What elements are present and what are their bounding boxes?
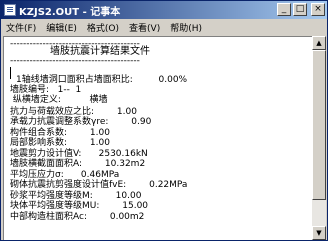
- document-text[interactable]: ----------------------------------------…: [6, 37, 312, 239]
- text-line: 地震剪力设计值V: 2530.16kN: [10, 149, 148, 159]
- text-line: 纵横墙定义: 横墙: [10, 95, 108, 105]
- caption-buttons: _ □ ×: [277, 3, 325, 16]
- text-line: 砌体抗震抗剪强度设计值fvE: 0.22MPa: [10, 180, 188, 190]
- text-line: 构件组合系数: 1.00: [10, 128, 110, 138]
- window-title: KZJS2.OUT - 记事本: [19, 6, 121, 18]
- text-line: 墙肢横截面面积A: 10.32m2: [10, 159, 146, 169]
- title-bar[interactable]: KZJS2.OUT - 记事本 _ □ ×: [1, 1, 327, 19]
- text-line: 平均压应力σ: 0.46MPa: [10, 170, 120, 180]
- menu-bar: 文件(F) 编辑(E) 格式(O) 查看(V) 帮助(H): [1, 19, 327, 35]
- vertical-scrollbar[interactable]: ▲ ▼: [312, 36, 326, 240]
- menu-view[interactable]: 查看(V): [124, 21, 165, 34]
- scroll-thumb[interactable]: [312, 50, 326, 200]
- text-line: 承载力抗震调整系数γre: 0.90: [10, 117, 152, 127]
- text-line: 抗力与荷载效应之比: 1.00: [10, 107, 137, 117]
- menu-help[interactable]: 帮助(H): [165, 21, 207, 34]
- scroll-up-arrow-icon[interactable]: ▲: [312, 36, 326, 50]
- close-button[interactable]: ×: [311, 3, 325, 16]
- menu-file[interactable]: 文件(F): [1, 21, 41, 34]
- text-line: 砂浆平均强度等级M: 10.00: [10, 191, 142, 201]
- text-line: 墙肢编号: 1-- 1: [10, 85, 82, 95]
- text-line: 块体平均强度等级MU: 15.00: [10, 201, 149, 211]
- menu-format[interactable]: 格式(O): [82, 21, 124, 34]
- notepad-app-icon: [4, 4, 16, 16]
- separator-line-bottom: ----------------------------------------: [10, 56, 140, 66]
- menu-edit[interactable]: 编辑(E): [41, 21, 82, 34]
- text-cursor: [10, 67, 11, 79]
- minimize-button[interactable]: _: [277, 3, 291, 16]
- text-line: 1轴线墙洞口面积占墙面积比: 0.00%: [16, 75, 188, 85]
- text-line: 局部影响系数: 1.00: [10, 138, 110, 148]
- scroll-down-arrow-icon[interactable]: ▼: [312, 226, 326, 240]
- text-editor[interactable]: ----------------------------------------…: [3, 36, 313, 240]
- text-line: 中部构造柱面积Ac: 0.00m2: [10, 212, 145, 222]
- notepad-window: KZJS2.OUT - 记事本 _ □ × 文件(F) 编辑(E) 格式(O) …: [0, 0, 328, 241]
- maximize-button[interactable]: □: [293, 3, 307, 16]
